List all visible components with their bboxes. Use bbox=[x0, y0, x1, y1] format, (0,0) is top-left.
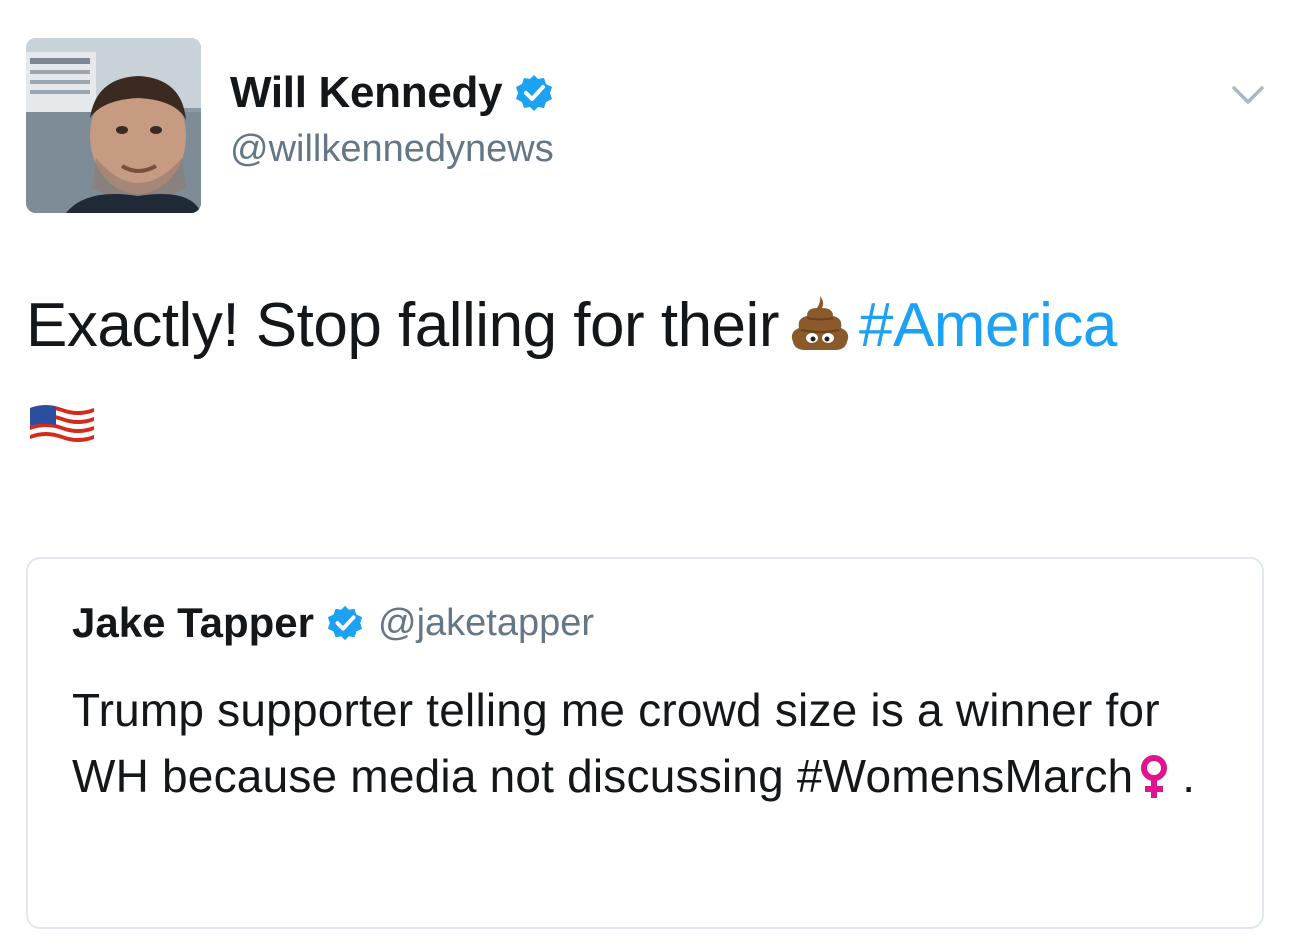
quoted-tweet[interactable]: Jake Tapper @jaketapper Trump supporter … bbox=[26, 557, 1264, 929]
verified-badge-icon bbox=[326, 604, 364, 642]
avatar-photo bbox=[26, 38, 201, 213]
author-name-row[interactable]: Will Kennedy bbox=[230, 68, 554, 118]
hashtag-link[interactable]: #America bbox=[859, 291, 1117, 360]
female-sign-icon bbox=[1139, 751, 1169, 817]
chevron-down-icon[interactable] bbox=[1228, 80, 1268, 110]
quoted-author-handle: @jaketapper bbox=[378, 601, 595, 644]
quoted-author-display-name: Jake Tapper bbox=[72, 599, 315, 646]
us-flag-icon bbox=[28, 402, 96, 448]
tweet-card: Will Kennedy @willkennedynews Exactly! S… bbox=[0, 0, 1292, 948]
avatar[interactable] bbox=[26, 38, 201, 213]
quoted-tweet-text: Trump supporter telling me crowd size is… bbox=[72, 677, 1212, 817]
author-display-name[interactable]: Will Kennedy bbox=[230, 68, 503, 118]
quoted-trailing-text: . bbox=[1169, 750, 1196, 802]
author-handle[interactable]: @willkennedynews bbox=[230, 128, 554, 171]
tweet-text-body: Exactly! Stop falling for their bbox=[26, 291, 779, 360]
tweet-text: Exactly! Stop falling for their #America bbox=[26, 286, 1266, 372]
verified-badge-icon bbox=[514, 73, 554, 113]
quoted-hashtag: #WomensMarch bbox=[796, 750, 1134, 802]
quoted-tweet-header: Jake Tapper @jaketapper bbox=[72, 599, 594, 647]
pile-of-poo-icon bbox=[789, 292, 851, 372]
